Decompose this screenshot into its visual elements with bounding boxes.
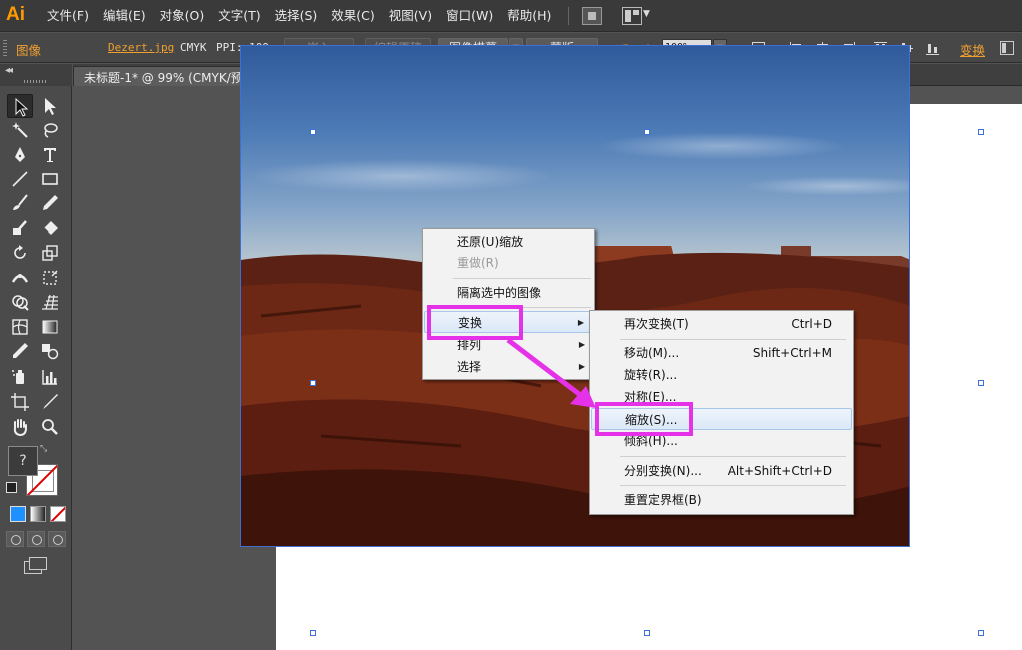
menu-reset-bounding-box[interactable]: 重置定界框(B) — [591, 489, 852, 511]
submenu-arrow-icon: ▶ — [578, 362, 585, 371]
toolbox: ? ⤡ — [0, 86, 72, 650]
eyedropper-tool-icon[interactable] — [7, 339, 33, 363]
selection-handle[interactable] — [978, 129, 984, 135]
menu-separator — [620, 485, 846, 486]
document-tab-title: 未标题-1* @ 99% (CMYK/预览) — [84, 71, 260, 85]
type-tool-icon[interactable] — [37, 143, 63, 167]
panel-menu-icon[interactable] — [1000, 41, 1014, 55]
menu-effect[interactable]: 效果(C) — [324, 0, 381, 32]
menu-object[interactable]: 对象(O) — [153, 0, 212, 32]
menu-move[interactable]: 移动(M)... Shift+Ctrl+M — [591, 342, 852, 364]
menu-window[interactable]: 窗口(W) — [439, 0, 500, 32]
shape-builder-tool-icon[interactable] — [7, 290, 33, 314]
gradient-mode-icon[interactable] — [30, 506, 46, 522]
color-mode-buttons — [8, 506, 68, 526]
arrange-documents-icon[interactable] — [622, 7, 642, 25]
gradient-tool-icon[interactable] — [37, 315, 63, 339]
symbol-sprayer-tool-icon[interactable] — [7, 365, 33, 389]
collapse-icon[interactable]: ◂◂ — [5, 65, 13, 76]
toolbox-header: ◂◂ — [0, 64, 72, 86]
menu-bar: Ai 文件(F) 编辑(E) 对象(O) 文字(T) 选择(S) 效果(C) 视… — [0, 0, 1022, 32]
hand-tool-icon[interactable] — [7, 415, 33, 439]
none-mode-icon[interactable] — [50, 506, 66, 522]
swap-fill-stroke-icon[interactable]: ⤡ — [40, 444, 47, 454]
menu-select[interactable]: 选择 ▶ — [424, 356, 593, 378]
rotate-tool-icon[interactable] — [7, 241, 33, 265]
perspective-grid-tool-icon[interactable] — [37, 290, 63, 314]
linked-filename[interactable]: Dezert.jpg — [108, 41, 174, 54]
object-type-label[interactable]: 图像 — [16, 40, 41, 59]
draw-mode-buttons — [6, 531, 68, 549]
photo-clouds — [241, 86, 909, 206]
selection-handle[interactable] — [978, 630, 984, 636]
menu-separator — [620, 339, 846, 340]
pen-tool-icon[interactable] — [7, 143, 33, 167]
menu-select[interactable]: 选择(S) — [268, 0, 325, 32]
default-fill-stroke-icon[interactable] — [6, 482, 17, 493]
highlight-scale-box — [595, 402, 693, 436]
menu-items: 文件(F) 编辑(E) 对象(O) 文字(T) 选择(S) 效果(C) 视图(V… — [40, 0, 558, 32]
selection-handle[interactable] — [644, 129, 650, 135]
draw-behind-icon[interactable] — [27, 531, 45, 547]
menu-redo[interactable]: 重做(R) — [424, 252, 593, 274]
menu-type[interactable]: 文字(T) — [211, 0, 267, 32]
eraser-tool-icon[interactable] — [37, 216, 63, 240]
zoom-tool-icon[interactable] — [37, 415, 63, 439]
menu-separator — [620, 456, 846, 457]
selection-handle[interactable] — [310, 630, 316, 636]
menu-separator — [453, 278, 591, 279]
paintbrush-tool-icon[interactable] — [7, 191, 33, 215]
width-tool-icon[interactable] — [7, 266, 33, 290]
selection-handle[interactable] — [310, 380, 316, 386]
line-segment-tool-icon[interactable] — [7, 167, 33, 191]
app-logo: Ai — [6, 4, 25, 25]
column-graph-tool-icon[interactable] — [37, 365, 63, 389]
fill-swatch[interactable]: ? — [8, 446, 38, 476]
menu-transform-again[interactable]: 再次变换(T) Ctrl+D — [591, 313, 852, 335]
scale-tool-icon[interactable] — [37, 241, 63, 265]
color-mode-icon[interactable] — [10, 506, 26, 522]
context-menu: 还原(U)缩放 重做(R) 隔离选中的图像 变换 ▶ 排列 ▶ 选择 ▶ — [422, 228, 595, 380]
screen-mode-icon[interactable] — [24, 557, 47, 574]
menu-undo-scale[interactable]: 还原(U)缩放 — [424, 231, 593, 253]
draw-normal-icon[interactable] — [6, 531, 24, 547]
menu-rotate[interactable]: 旋转(R)... — [591, 364, 852, 386]
selection-tool-icon[interactable] — [7, 94, 33, 118]
transform-panel-link[interactable]: 变换 — [960, 40, 985, 59]
selection-handle[interactable] — [978, 380, 984, 386]
menu-separator — [568, 7, 569, 25]
menu-transform-each[interactable]: 分别变换(N)... Alt+Shift+Ctrl+D — [591, 460, 852, 482]
submenu-arrow-icon: ▶ — [578, 340, 585, 349]
artboard-tool-icon[interactable] — [7, 390, 33, 414]
bridge-icon[interactable] — [582, 7, 602, 25]
selection-handle[interactable] — [310, 129, 316, 135]
blob-brush-tool-icon[interactable] — [7, 216, 33, 240]
draw-inside-icon[interactable] — [48, 531, 66, 547]
direct-selection-tool-icon[interactable] — [37, 94, 63, 118]
submenu-arrow-icon: ▶ — [577, 318, 584, 327]
menu-help[interactable]: 帮助(H) — [500, 0, 558, 32]
slice-tool-icon[interactable] — [37, 390, 63, 414]
menu-edit[interactable]: 编辑(E) — [96, 0, 153, 32]
menu-file[interactable]: 文件(F) — [40, 0, 96, 32]
rectangle-tool-icon[interactable] — [37, 167, 63, 191]
align-bottom-icon[interactable] — [926, 42, 939, 55]
selection-handle[interactable] — [644, 630, 650, 636]
magic-wand-tool-icon[interactable] — [7, 118, 33, 142]
lasso-tool-icon[interactable] — [37, 118, 63, 142]
menu-view[interactable]: 视图(V) — [382, 0, 439, 32]
chevron-down-icon[interactable]: ▼ — [643, 9, 650, 19]
highlight-transform-box — [427, 305, 523, 340]
toolbox-grip-icon[interactable] — [24, 80, 48, 83]
pencil-tool-icon[interactable] — [37, 191, 63, 215]
panel-grip-icon[interactable] — [3, 40, 7, 56]
menu-isolate-image[interactable]: 隔离选中的图像 — [424, 282, 593, 304]
free-transform-tool-icon[interactable] — [37, 266, 63, 290]
blend-tool-icon[interactable] — [37, 339, 63, 363]
mesh-tool-icon[interactable] — [7, 315, 33, 339]
color-mode-label: CMYK — [180, 41, 207, 54]
